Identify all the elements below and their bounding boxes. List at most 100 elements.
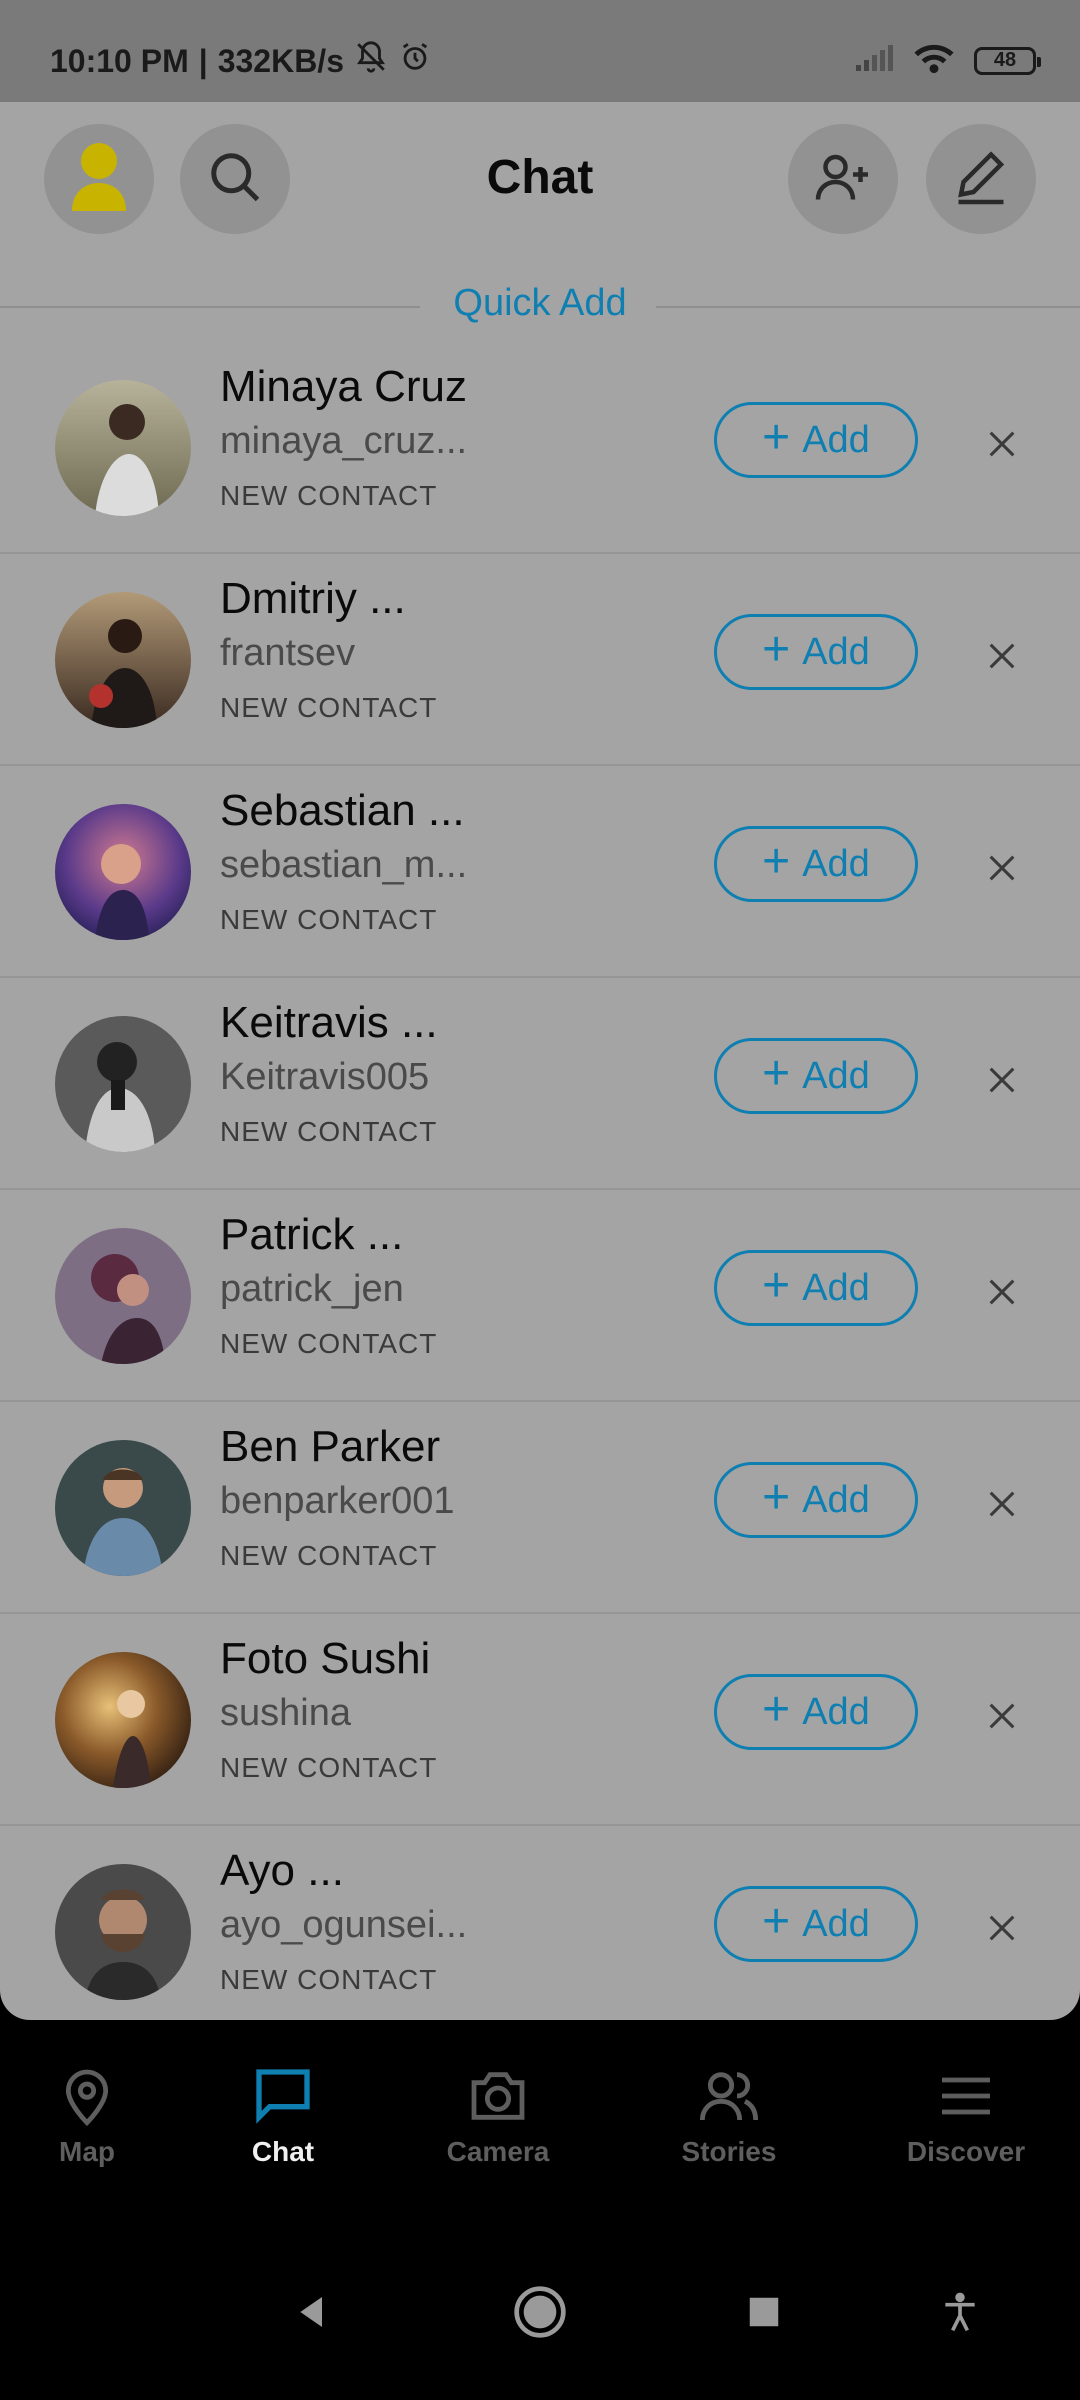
- chat-panel: Chat Quick Add Minaya Cruz minaya_cruz..…: [0, 102, 1080, 2020]
- dismiss-button[interactable]: [976, 1690, 1028, 1742]
- contact-subtitle: NEW CONTACT: [220, 1328, 438, 1359]
- status-time: 10:10 PM: [50, 42, 189, 79]
- map-pin-icon: [65, 2069, 109, 2127]
- contact-username: frantsev: [220, 632, 356, 674]
- add-button[interactable]: + Add: [714, 1038, 918, 1114]
- chat-header: Chat: [0, 102, 1080, 302]
- bottom-nav: Map Chat Camera Stories Discover: [0, 2020, 1080, 2220]
- list-item[interactable]: Ben Parker benparker001 NEW CONTACT + Add: [0, 1402, 1080, 1614]
- contact-subtitle: NEW CONTACT: [220, 904, 438, 935]
- new-chat-button[interactable]: [926, 124, 1036, 234]
- list-item[interactable]: Sebastian ... sebastian_m... NEW CONTACT…: [0, 766, 1080, 978]
- dismiss-button[interactable]: [976, 842, 1028, 894]
- add-button[interactable]: + Add: [714, 1462, 918, 1538]
- close-icon: [989, 1491, 1015, 1517]
- back-button[interactable]: [282, 2282, 342, 2342]
- plus-icon: +: [762, 1895, 791, 1948]
- contact-username: Keitravis005: [220, 1056, 430, 1098]
- contact-name: Foto Sushi: [220, 1634, 431, 1683]
- tab-map[interactable]: Map: [0, 2056, 187, 2168]
- add-button[interactable]: + Add: [714, 402, 918, 478]
- accessibility-icon: [945, 2292, 975, 2332]
- contact-name: Ayo ...: [220, 1846, 344, 1895]
- contact-username: patrick_jen: [220, 1268, 404, 1310]
- list-item[interactable]: Foto Sushi sushina NEW CONTACT + Add: [0, 1614, 1080, 1826]
- list-item[interactable]: Patrick ... patrick_jen NEW CONTACT + Add: [0, 1190, 1080, 1402]
- add-button[interactable]: + Add: [714, 614, 918, 690]
- dismiss-button[interactable]: [976, 1902, 1028, 1954]
- back-triangle-icon: [300, 2297, 322, 2327]
- status-right: 48: [854, 42, 1041, 79]
- add-button[interactable]: + Add: [714, 826, 918, 902]
- avatar: [55, 1016, 191, 1152]
- dismiss-button[interactable]: [976, 1054, 1028, 1106]
- contact-subtitle: NEW CONTACT: [220, 1540, 438, 1571]
- status-bar: 10:10 PM | 332KB/s 48: [0, 0, 1080, 102]
- plus-icon: +: [762, 835, 791, 888]
- stories-icon: [699, 2072, 759, 2121]
- alarm-icon: [398, 40, 432, 82]
- contact-username: benparker001: [220, 1480, 455, 1522]
- dismiss-button[interactable]: [976, 630, 1028, 682]
- tab-stories[interactable]: Stories: [629, 2056, 829, 2168]
- close-icon: [989, 855, 1015, 881]
- dismiss-button[interactable]: [976, 418, 1028, 470]
- contact-name: Dmitriy ...: [220, 574, 406, 623]
- plus-icon: +: [762, 1047, 791, 1100]
- add-button[interactable]: + Add: [714, 1250, 918, 1326]
- menu-icon: [942, 2077, 990, 2115]
- close-icon: [989, 1067, 1015, 1093]
- plus-icon: +: [762, 1259, 791, 1312]
- recents-square-icon: [749, 2297, 779, 2327]
- contact-subtitle: NEW CONTACT: [220, 692, 438, 723]
- list-item[interactable]: Dmitriy ... frantsev NEW CONTACT + Add: [0, 554, 1080, 766]
- contact-name: Minaya Cruz: [220, 362, 467, 411]
- contact-subtitle: NEW CONTACT: [220, 480, 438, 511]
- contact-subtitle: NEW CONTACT: [220, 1116, 438, 1147]
- tab-chat[interactable]: Chat: [183, 2056, 383, 2168]
- plus-icon: +: [762, 623, 791, 676]
- contact-subtitle: NEW CONTACT: [220, 1752, 438, 1783]
- tab-discover[interactable]: Discover: [866, 2056, 1066, 2168]
- close-icon: [989, 643, 1015, 669]
- tab-camera[interactable]: Camera: [398, 2056, 598, 2168]
- avatar: [55, 1652, 191, 1788]
- plus-icon: +: [762, 1471, 791, 1524]
- home-button[interactable]: [510, 2282, 570, 2342]
- recents-button[interactable]: [734, 2282, 794, 2342]
- chat-icon: [256, 2069, 310, 2124]
- list-item[interactable]: Minaya Cruz minaya_cruz... NEW CONTACT +…: [0, 342, 1080, 554]
- avatar: [55, 380, 191, 516]
- close-icon: [989, 431, 1015, 457]
- plus-icon: +: [762, 411, 791, 464]
- add-friend-icon: [813, 147, 873, 212]
- add-button[interactable]: + Add: [714, 1886, 918, 1962]
- avatar: [55, 1228, 191, 1364]
- contact-name: Ben Parker: [220, 1422, 441, 1471]
- pencil-icon: [951, 147, 1011, 212]
- dismiss-button[interactable]: [976, 1478, 1028, 1530]
- dismiss-button[interactable]: [976, 1266, 1028, 1318]
- contact-subtitle: NEW CONTACT: [220, 1964, 438, 1995]
- add-friend-button[interactable]: [788, 124, 898, 234]
- contact-name: Keitravis ...: [220, 998, 438, 1047]
- home-circle-icon: [514, 2286, 566, 2338]
- page-title: Chat: [486, 151, 594, 204]
- system-nav-bar: [0, 2220, 1080, 2400]
- list-item[interactable]: Keitravis ... Keitravis005 NEW CONTACT +…: [0, 978, 1080, 1190]
- battery-indicator: 48: [974, 46, 1041, 75]
- signal-icon: [854, 43, 894, 78]
- close-icon: [989, 1279, 1015, 1305]
- avatar: [55, 804, 191, 940]
- wifi-icon: [912, 42, 956, 79]
- close-icon: [989, 1703, 1015, 1729]
- contact-username: minaya_cruz...: [220, 420, 468, 462]
- add-button[interactable]: + Add: [714, 1674, 918, 1750]
- quick-add-heading: Quick Add: [453, 282, 627, 324]
- contact-username: sebastian_m...: [220, 844, 468, 886]
- accessibility-button[interactable]: [930, 2282, 990, 2342]
- contact-name: Sebastian ...: [220, 786, 465, 835]
- close-icon: [989, 1915, 1015, 1941]
- avatar: [55, 592, 191, 728]
- list-item[interactable]: Ayo ... ayo_ogunsei... NEW CONTACT + Add: [0, 1826, 1080, 2020]
